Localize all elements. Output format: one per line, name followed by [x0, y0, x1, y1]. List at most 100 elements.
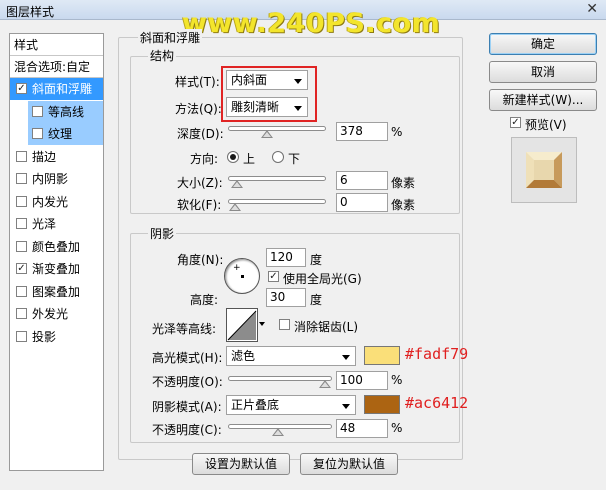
- shading-title: 阴影: [148, 225, 177, 242]
- style-label: 样式(T):: [175, 75, 220, 89]
- highlight-mode-value: 滤色: [231, 349, 256, 363]
- style-checkbox[interactable]: [32, 105, 43, 117]
- altitude-label: 高度:: [190, 293, 219, 307]
- highlight-opacity-input[interactable]: 100: [336, 371, 388, 390]
- angle-input[interactable]: 120: [266, 248, 306, 267]
- size-unit: 像素: [391, 176, 416, 190]
- style-list-item[interactable]: 颜色叠加: [10, 236, 103, 258]
- style-checkbox[interactable]: [16, 308, 27, 319]
- highlight-hex-label: #fadf79: [405, 345, 469, 363]
- style-list-item[interactable]: 外发光: [10, 303, 103, 325]
- style-checkbox[interactable]: [16, 195, 27, 207]
- altitude-unit: 度: [310, 293, 323, 307]
- shadow-opacity-slider[interactable]: [228, 424, 332, 436]
- style-list-item[interactable]: 纹理: [28, 123, 103, 145]
- new-style-button[interactable]: 新建样式(W)...: [489, 89, 597, 111]
- style-checkbox[interactable]: [16, 240, 27, 252]
- slider-thumb[interactable]: [319, 380, 331, 388]
- style-list: 样式 混合选项:自定 ✓ 斜面和浮雕等高线纹理描边 内阴影内发光光泽颜色叠加 ✓ 渐变叠…: [9, 33, 104, 471]
- shadow-mode-value: 正片叠底: [231, 398, 280, 412]
- style-checkbox[interactable]: [16, 150, 27, 162]
- bevel-emboss-title: 斜面和浮雕: [138, 29, 203, 46]
- shadow-mode-label: 阴影模式(A):: [152, 400, 222, 414]
- altitude-input[interactable]: 30: [266, 288, 306, 307]
- close-icon[interactable]: ✕: [586, 1, 598, 17]
- style-list-item[interactable]: 投影: [10, 326, 103, 348]
- reset-default-button[interactable]: 复位为默认值: [300, 453, 398, 475]
- depth-slider[interactable]: [228, 126, 326, 138]
- soften-input[interactable]: 0: [336, 193, 388, 212]
- depth-input[interactable]: 378: [336, 122, 388, 141]
- gloss-contour-picker[interactable]: [226, 308, 266, 342]
- style-checkbox[interactable]: ✓: [16, 263, 27, 274]
- antialias-checkbox[interactable]: [279, 319, 290, 330]
- blending-options-item[interactable]: 混合选项:自定: [10, 56, 103, 78]
- direction-down-radio[interactable]: [272, 151, 284, 163]
- style-list-item[interactable]: 光泽: [10, 213, 103, 235]
- style-list-item[interactable]: 等高线: [28, 100, 103, 123]
- slider-thumb[interactable]: [229, 203, 241, 211]
- highlight-opacity-slider[interactable]: [228, 376, 332, 388]
- style-list-item-label: 纹理: [48, 127, 73, 141]
- chevron-down-icon: [342, 355, 350, 360]
- slider-thumb[interactable]: [272, 428, 284, 436]
- preview-label: 预览(V): [525, 118, 567, 132]
- highlight-mode-label: 高光模式(H):: [152, 351, 223, 365]
- highlight-box: [221, 66, 317, 122]
- soften-label: 软化(F):: [177, 198, 222, 212]
- shadow-opacity-unit: %: [391, 421, 403, 435]
- angle-dial[interactable]: +: [224, 258, 260, 294]
- structure-title: 结构: [148, 47, 177, 64]
- style-list-item-label: 内发光: [32, 194, 69, 209]
- watermark: www.240PS.com: [182, 8, 441, 39]
- direction-up-radio[interactable]: [227, 151, 239, 163]
- styles-header[interactable]: 样式: [10, 34, 103, 56]
- soften-slider[interactable]: [228, 199, 326, 211]
- highlight-color-swatch[interactable]: [364, 346, 400, 365]
- global-light-checkbox[interactable]: ✓: [268, 271, 279, 282]
- preview-checkbox[interactable]: ✓: [510, 117, 521, 128]
- angle-label: 角度(N):: [177, 253, 224, 267]
- style-checkbox[interactable]: [16, 330, 27, 342]
- style-list-item-label: 投影: [32, 329, 57, 344]
- shadow-color-swatch[interactable]: [364, 395, 400, 414]
- style-list-item[interactable]: 图案叠加: [10, 281, 103, 303]
- cancel-button[interactable]: 取消: [489, 61, 597, 83]
- highlight-mode-dropdown[interactable]: 滤色: [226, 346, 356, 366]
- style-list-item-label: 外发光: [32, 307, 69, 321]
- style-list-item-label: 颜色叠加: [32, 239, 81, 254]
- style-checkbox[interactable]: [16, 285, 27, 297]
- style-list-item-label: 渐变叠加: [32, 262, 81, 276]
- shadow-hex-label: #ac6412: [405, 394, 469, 412]
- angle-indicator-icon: [241, 275, 244, 278]
- style-list-item[interactable]: 内阴影: [10, 168, 103, 190]
- style-checkbox[interactable]: ✓: [16, 83, 27, 94]
- size-label: 大小(Z):: [177, 176, 223, 190]
- ok-button[interactable]: 确定: [489, 33, 597, 55]
- style-checkbox[interactable]: [32, 128, 43, 139]
- style-checkbox[interactable]: [16, 173, 27, 184]
- highlight-opacity-unit: %: [391, 373, 403, 387]
- set-default-button[interactable]: 设置为默认值: [192, 453, 290, 475]
- style-list-item[interactable]: 描边: [10, 146, 103, 168]
- style-checkbox[interactable]: [16, 218, 27, 229]
- style-list-item[interactable]: ✓ 渐变叠加: [10, 258, 103, 280]
- depth-unit: %: [391, 125, 403, 139]
- shadow-opacity-input[interactable]: 48: [336, 419, 388, 438]
- crosshair-icon: +: [233, 263, 241, 273]
- style-list-item-label: 等高线: [48, 104, 85, 119]
- angle-unit: 度: [310, 253, 323, 267]
- direction-label: 方向:: [190, 152, 219, 166]
- size-input[interactable]: 6: [336, 171, 388, 190]
- slider-thumb[interactable]: [231, 180, 243, 188]
- shadow-mode-dropdown[interactable]: 正片叠底: [226, 395, 356, 415]
- gloss-contour-label: 光泽等高线:: [152, 322, 217, 336]
- technique-label: 方法(Q):: [175, 102, 222, 116]
- style-list-item[interactable]: ✓ 斜面和浮雕: [10, 78, 103, 100]
- style-list-item-label: 斜面和浮雕: [32, 82, 93, 96]
- slider-thumb[interactable]: [261, 130, 273, 138]
- chevron-down-icon: [342, 404, 350, 409]
- style-list-item[interactable]: 内发光: [10, 191, 103, 213]
- size-slider[interactable]: [228, 176, 326, 188]
- soften-unit: 像素: [391, 198, 416, 212]
